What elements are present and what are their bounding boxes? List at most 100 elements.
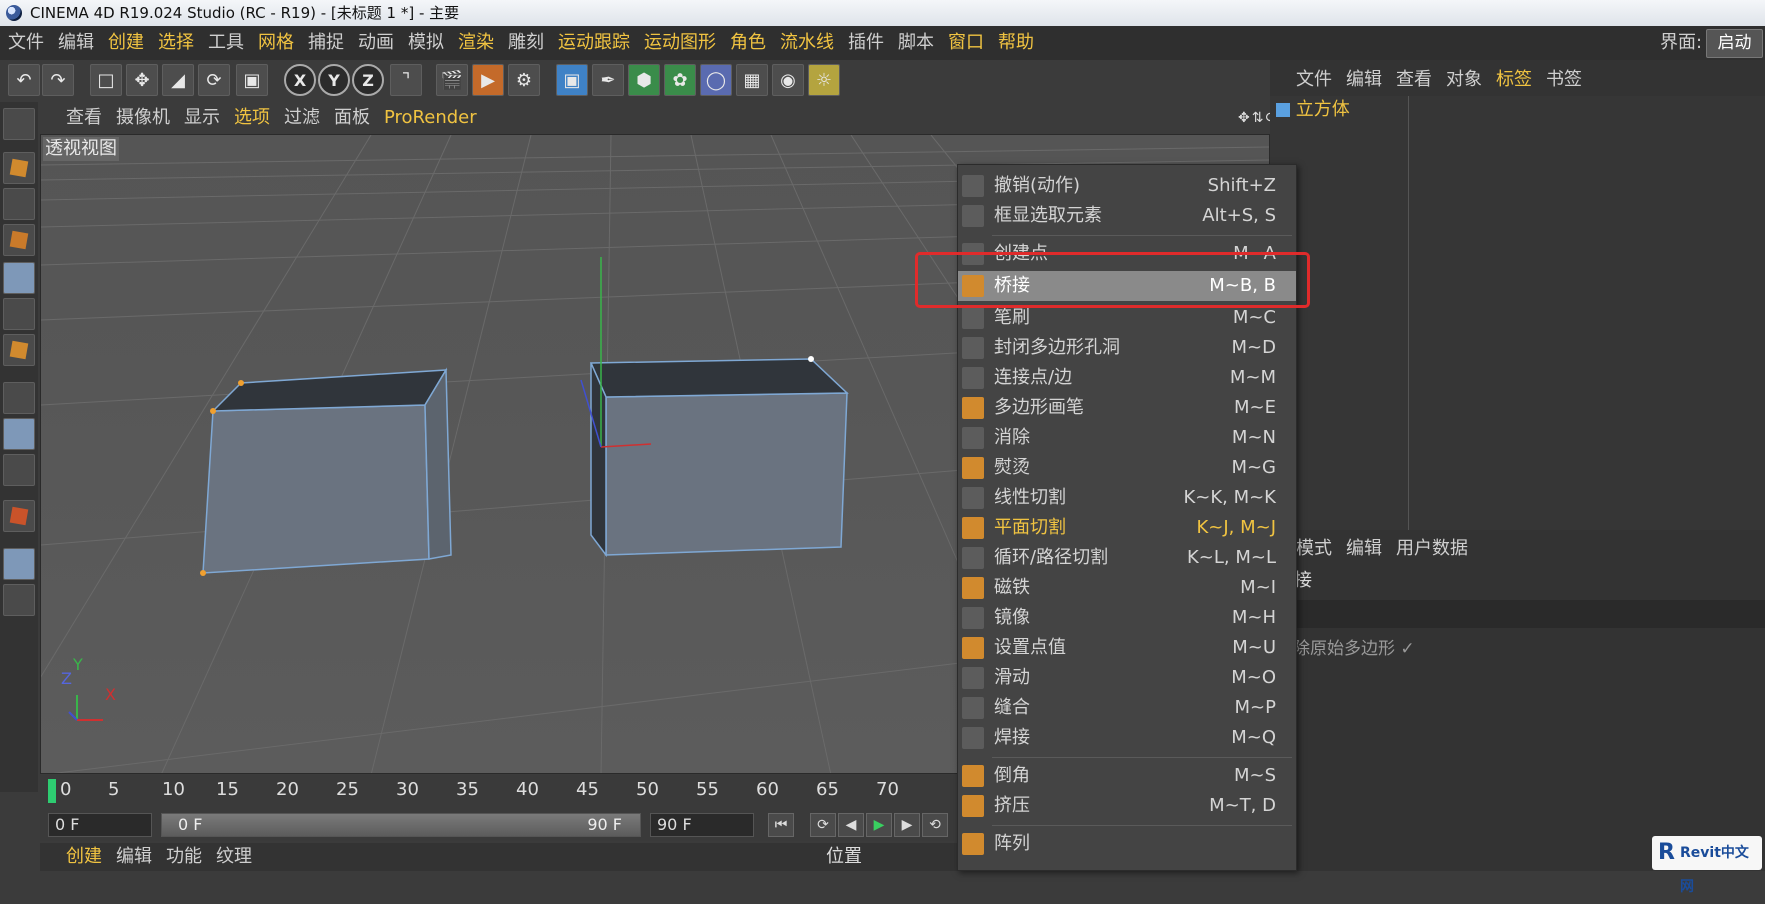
am-menu-user-data[interactable]: 用户数据	[1396, 534, 1468, 564]
menu-item-stitch[interactable]: 缝合 M~P	[958, 693, 1296, 723]
floor-scene-icon[interactable]: ▦	[736, 64, 768, 96]
menu-animate[interactable]: 动画	[358, 26, 394, 60]
viewport-menu-panel[interactable]: 面板	[334, 102, 370, 134]
tweak-mode-icon[interactable]	[3, 418, 35, 450]
interface-layout-select[interactable]: 启动	[1706, 29, 1763, 58]
menu-item-connect-points-edges[interactable]: 连接点/边 M~M	[958, 363, 1296, 393]
am-menu-mode[interactable]: 模式	[1296, 534, 1332, 564]
menu-motion-tracker[interactable]: 运动跟踪	[558, 26, 630, 60]
viewport-menu-display[interactable]: 显示	[184, 102, 220, 134]
viewport-menu-options[interactable]: 选项	[234, 102, 270, 134]
loop-icon[interactable]: ⟳	[810, 813, 836, 837]
cube-object-icon[interactable]: ▣	[556, 64, 588, 96]
menu-item-extrude[interactable]: 挤压 M~T, D	[958, 791, 1296, 821]
move-tool-icon[interactable]: ✥	[126, 64, 158, 96]
om-menu-view[interactable]: 查看	[1396, 64, 1432, 96]
options-section-header[interactable]: 项	[1270, 600, 1765, 628]
edges-mode-icon[interactable]	[3, 298, 35, 330]
om-menu-file[interactable]: 文件	[1296, 64, 1332, 96]
menu-file[interactable]: 文件	[8, 26, 44, 60]
viewport-menu-filter[interactable]: 过滤	[284, 102, 320, 134]
bottom-tab-create[interactable]: 创建	[66, 843, 102, 871]
cloner-icon[interactable]: ✿	[664, 64, 696, 96]
workplane-mode-icon[interactable]	[3, 224, 35, 256]
start-frame-field[interactable]: 0 F	[48, 813, 152, 837]
am-menu-edit[interactable]: 编辑	[1346, 534, 1382, 564]
om-menu-objects[interactable]: 对象	[1446, 64, 1482, 96]
cube-left[interactable]	[200, 367, 452, 576]
record-icon[interactable]: ⟲	[922, 813, 948, 837]
planar-workplane-icon[interactable]	[3, 584, 35, 616]
current-frame-marker[interactable]	[48, 779, 56, 803]
redo-icon[interactable]: ↷	[42, 64, 74, 96]
render-view-icon[interactable]: 🎬	[436, 64, 468, 96]
lock-workplane-icon[interactable]	[3, 548, 35, 580]
menu-plugins[interactable]: 插件	[848, 26, 884, 60]
camera-icon[interactable]: ◉	[772, 64, 804, 96]
scale-tool-icon[interactable]: ◢	[162, 64, 194, 96]
end-frame-field[interactable]: 90 F	[650, 813, 754, 837]
bottom-tab-texture[interactable]: 纹理	[216, 843, 252, 871]
menu-item-bevel[interactable]: 倒角 M~S	[958, 761, 1296, 791]
menu-item-frame-selected[interactable]: 框显选取元素 Alt+S, S	[958, 201, 1296, 231]
menu-item-slide[interactable]: 滑动 M~O	[958, 663, 1296, 693]
menu-item-weld[interactable]: 焊接 M~Q	[958, 723, 1296, 753]
menu-tools[interactable]: 工具	[208, 26, 244, 60]
menu-snap[interactable]: 捕捉	[308, 26, 344, 60]
menu-item-array[interactable]: 阵列	[958, 829, 1296, 859]
menu-sculpt[interactable]: 雕刻	[508, 26, 544, 60]
play-icon[interactable]: ▶	[866, 813, 892, 837]
menu-script[interactable]: 脚本	[898, 26, 934, 60]
polygons-mode-icon[interactable]	[3, 334, 35, 366]
model-mode-icon[interactable]	[3, 152, 35, 184]
om-menu-tags[interactable]: 标签	[1496, 64, 1532, 96]
viewport-menu-cameras[interactable]: 摄像机	[116, 102, 170, 134]
menu-select[interactable]: 选择	[158, 26, 194, 60]
menu-item-mirror[interactable]: 镜像 M~H	[958, 603, 1296, 633]
menu-help[interactable]: 帮助	[998, 26, 1034, 60]
frame-range-slider[interactable]: 0 F 90 F	[161, 813, 641, 837]
viewport-menu-view[interactable]: 查看	[66, 102, 102, 134]
menu-item-close-polygon-hole[interactable]: 封闭多边形孔洞 M~D	[958, 333, 1296, 363]
rotate-tool-icon[interactable]: ⟳	[198, 64, 230, 96]
timeline-ruler[interactable]: 0 5 10 15 20 25 30 35 40 45 50 55 60 65 …	[40, 775, 955, 811]
om-menu-bookmarks[interactable]: 书签	[1546, 64, 1582, 96]
selection-tool-icon[interactable]: □	[90, 64, 122, 96]
solo-mode-icon[interactable]	[3, 454, 35, 486]
render-settings-icon[interactable]: ⚙	[508, 64, 540, 96]
menu-mesh[interactable]: 网格	[258, 26, 294, 60]
menu-item-magnet[interactable]: 磁铁 M~I	[958, 573, 1296, 603]
z-axis-lock-icon[interactable]: Z	[352, 64, 384, 96]
undo-icon[interactable]: ↶	[8, 64, 40, 96]
menu-mograph[interactable]: 运动图形	[644, 26, 716, 60]
menu-pipeline[interactable]: 流水线	[780, 26, 834, 60]
deformer-icon[interactable]: ◯	[700, 64, 732, 96]
render-to-picture-viewer-icon[interactable]: ▶	[472, 64, 504, 96]
menu-simulate[interactable]: 模拟	[408, 26, 444, 60]
menu-create[interactable]: 创建	[108, 26, 144, 60]
om-menu-edit[interactable]: 编辑	[1346, 64, 1382, 96]
menu-window[interactable]: 窗口	[948, 26, 984, 60]
subdivision-surface-icon[interactable]: ⬢	[628, 64, 660, 96]
bottom-tab-function[interactable]: 功能	[166, 843, 202, 871]
menu-item-set-point-value[interactable]: 设置点值 M~U	[958, 633, 1296, 663]
menu-character[interactable]: 角色	[730, 26, 766, 60]
y-axis-lock-icon[interactable]: Y	[318, 64, 350, 96]
enable-axis-icon[interactable]	[3, 382, 35, 414]
object-row-cube[interactable]: 立方体	[1276, 98, 1350, 122]
step-back-icon[interactable]: ◀	[838, 813, 864, 837]
menu-item-iron[interactable]: 熨烫 M~G	[958, 453, 1296, 483]
menu-item-loop-path-cut[interactable]: 循环/路径切割 K~L, M~L	[958, 543, 1296, 573]
viewport-menu-prorender[interactable]: ProRender	[384, 102, 477, 134]
menu-render[interactable]: 渲染	[458, 26, 494, 60]
menu-item-undo-action[interactable]: 撤销(动作) Shift+Z	[958, 171, 1296, 201]
light-icon[interactable]: ☼	[808, 64, 840, 96]
go-to-start-icon[interactable]: ⏮	[768, 813, 794, 837]
menu-edit[interactable]: 编辑	[58, 26, 94, 60]
menu-item-plane-cut[interactable]: 平面切割 K~J, M~J	[958, 513, 1296, 543]
x-axis-lock-icon[interactable]: X	[284, 64, 316, 96]
recent-tool-icon[interactable]: ▣	[236, 64, 268, 96]
make-editable-icon[interactable]	[3, 108, 35, 140]
menu-item-polygon-pen[interactable]: 多边形画笔 M~E	[958, 393, 1296, 423]
menu-item-dissolve[interactable]: 消除 M~N	[958, 423, 1296, 453]
